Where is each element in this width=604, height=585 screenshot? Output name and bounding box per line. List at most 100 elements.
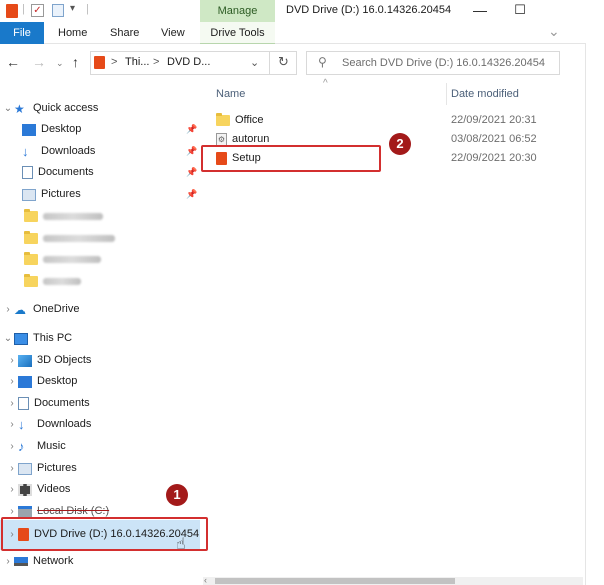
properties-quick-icon[interactable]: ✓ (31, 4, 44, 17)
sidebar-item-label: Desktop (37, 375, 78, 387)
chevron-down-icon[interactable]: ⌄ (2, 328, 14, 349)
sidebar-item-onedrive[interactable]: › ☁ OneDrive (2, 299, 79, 320)
step-badge-2: 2 (389, 133, 411, 155)
folder-icon (216, 112, 230, 126)
chevron-right-icon[interactable]: › (6, 414, 18, 435)
expand-ribbon-icon[interactable]: ⌄ (548, 23, 560, 40)
sidebar-item-music[interactable]: › ♪ Music (6, 436, 65, 457)
documents-icon (18, 397, 29, 410)
pin-icon[interactable]: 📌 (186, 167, 197, 178)
sidebar-item-downloads[interactable]: ↓ Downloads (22, 141, 95, 162)
pin-icon[interactable]: 📌 (186, 146, 197, 157)
blurred-label (43, 278, 81, 285)
pin-icon[interactable]: 📌 (186, 124, 197, 135)
column-header-date[interactable]: Date modified (451, 88, 519, 100)
chevron-right-icon[interactable]: › (6, 436, 18, 457)
up-arrow-icon[interactable]: ↑ (72, 54, 79, 70)
sidebar-item-desktop[interactable]: Desktop (22, 119, 81, 140)
sidebar-item-quick-access[interactable]: ⌄ ★ Quick access (2, 98, 99, 119)
sidebar-item-blurred-folder[interactable] (24, 249, 101, 270)
folder-icon (24, 231, 38, 244)
network-icon (14, 557, 28, 566)
search-placeholder: Search DVD Drive (D:) 16.0.14326.20454 (342, 57, 545, 69)
sidebar-item-videos[interactable]: › Videos (6, 479, 70, 500)
sidebar-item-blurred-folder[interactable] (24, 271, 81, 292)
back-arrow-icon[interactable]: ← (6, 54, 20, 70)
sidebar-item-blurred-folder[interactable] (24, 228, 115, 249)
sidebar-item-label: Videos (37, 483, 71, 495)
sidebar-item-this-pc[interactable]: ⌄ This PC (2, 328, 72, 349)
drive-office-icon (94, 56, 105, 69)
file-row-office[interactable]: Office 22/09/2021 20:31 (216, 111, 556, 129)
maximize-button[interactable]: ☐ (500, 0, 540, 22)
tab-share[interactable]: Share (110, 22, 139, 44)
chevron-right-icon[interactable]: › (6, 393, 18, 414)
chevron-right-icon[interactable]: › (6, 458, 18, 479)
sidebar-item-label: Desktop (41, 123, 82, 135)
new-folder-quick-icon[interactable] (52, 4, 64, 17)
scrollbar-thumb[interactable] (215, 578, 455, 584)
sidebar-item-label: Downloads (37, 418, 92, 430)
sidebar-item-pc-pictures[interactable]: › Pictures (6, 458, 77, 479)
column-header-name[interactable]: Name (216, 88, 245, 100)
cloud-icon: ☁ (14, 302, 26, 317)
computer-icon (14, 332, 28, 345)
sidebar-item-label: Documents (34, 397, 90, 409)
breadcrumb-separator: > (111, 56, 118, 68)
sidebar-item-pc-downloads[interactable]: › ↓ Downloads (6, 414, 91, 435)
tab-drive-tools[interactable]: Drive Tools (200, 22, 275, 44)
file-name: Office (235, 114, 264, 126)
file-date: 22/09/2021 20:31 (451, 114, 537, 126)
ribbon-bar (0, 22, 586, 44)
chevron-right-icon[interactable]: › (6, 350, 18, 371)
sidebar-item-pictures[interactable]: Pictures (22, 184, 81, 205)
refresh-icon[interactable]: ↻ (269, 51, 297, 75)
file-explorer-window: | ✓ ▾ | Manage DVD Drive (D:) 16.0.14326… (0, 0, 586, 585)
sidebar-item-label: OneDrive (33, 303, 80, 315)
chevron-right-icon[interactable]: › (2, 299, 14, 320)
breadcrumb-this-pc[interactable]: Thi... (125, 56, 149, 68)
blurred-label (43, 213, 103, 220)
blurred-label (43, 256, 101, 263)
blurred-label (43, 235, 115, 242)
highlight-box-setup (201, 145, 381, 172)
minimize-button[interactable]: — (460, 0, 500, 22)
navigation-pane: ⌄ ★ Quick access Desktop 📌 ↓ Downloads 📌… (0, 96, 208, 577)
sidebar-item-label: Documents (38, 166, 94, 178)
chevron-right-icon[interactable]: › (6, 371, 18, 392)
sidebar-item-3d-objects[interactable]: › 3D Objects (6, 350, 91, 371)
recent-locations-icon[interactable]: ⌄ (56, 58, 64, 69)
sidebar-item-network[interactable]: › Network (2, 551, 73, 572)
tab-manage[interactable]: Manage (200, 0, 275, 22)
chevron-right-icon[interactable]: › (2, 551, 14, 572)
tab-view[interactable]: View (161, 22, 185, 44)
forward-arrow-icon[interactable]: → (32, 54, 46, 70)
breadcrumb-dvd-drive[interactable]: DVD D... (167, 56, 210, 68)
sidebar-item-label: Quick access (33, 102, 99, 114)
cube-icon (18, 354, 32, 367)
sidebar-item-pc-desktop[interactable]: › Desktop (6, 371, 77, 392)
scroll-left-icon[interactable]: ‹ (204, 575, 207, 585)
title-separator: | (22, 3, 25, 15)
sidebar-item-label: Downloads (41, 145, 96, 157)
pin-icon[interactable]: 📌 (186, 189, 197, 200)
folder-icon (24, 274, 38, 287)
hand-cursor-icon: ☝ (176, 536, 186, 553)
desktop-icon (18, 375, 32, 388)
customize-toolbar-icon[interactable]: ▾ (70, 3, 75, 14)
sidebar-item-documents[interactable]: Documents (22, 162, 94, 183)
pictures-icon (18, 462, 32, 475)
pictures-icon (22, 188, 36, 201)
star-icon: ★ (14, 101, 25, 116)
chevron-right-icon[interactable]: › (6, 479, 18, 500)
film-icon (18, 483, 32, 496)
window-title: DVD Drive (D:) 16.0.14326.20454 (286, 4, 452, 16)
tab-home[interactable]: Home (58, 22, 87, 44)
tab-file[interactable]: File (0, 22, 44, 44)
address-dropdown-icon[interactable]: ⌄ (250, 56, 259, 69)
sidebar-item-pc-documents[interactable]: › Documents (6, 393, 90, 414)
sidebar-item-blurred-folder[interactable] (24, 206, 103, 227)
download-arrow-icon: ↓ (18, 416, 25, 432)
chevron-down-icon[interactable]: ⌄ (2, 98, 14, 119)
sort-up-icon: ^ (323, 78, 328, 89)
